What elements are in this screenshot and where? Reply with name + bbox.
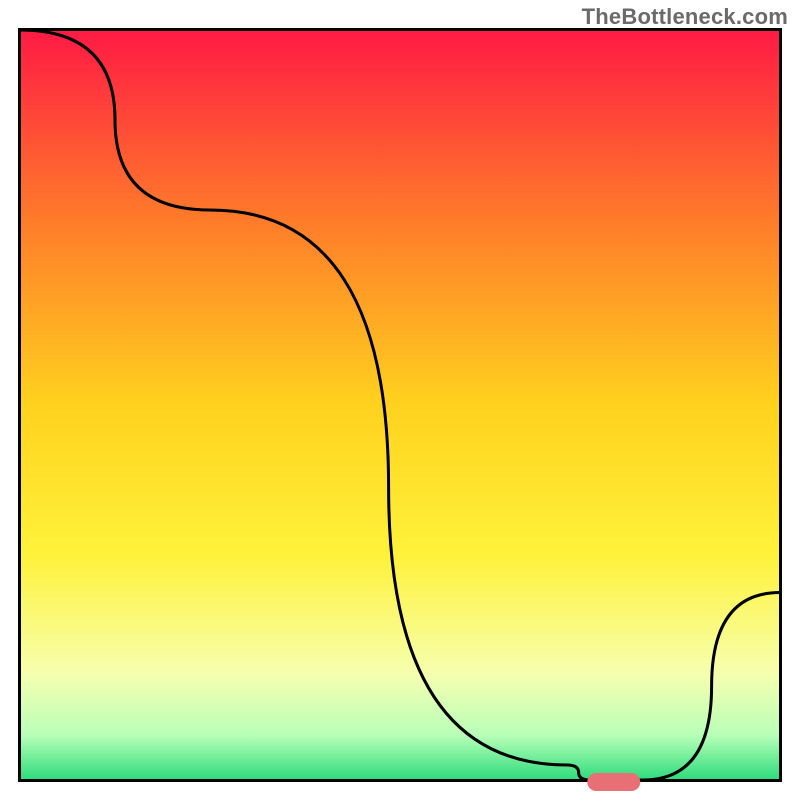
plot-background — [20, 30, 780, 780]
bottleneck-chart — [18, 28, 782, 782]
chart-frame — [18, 28, 782, 782]
watermark-label: TheBottleneck.com — [582, 4, 788, 30]
